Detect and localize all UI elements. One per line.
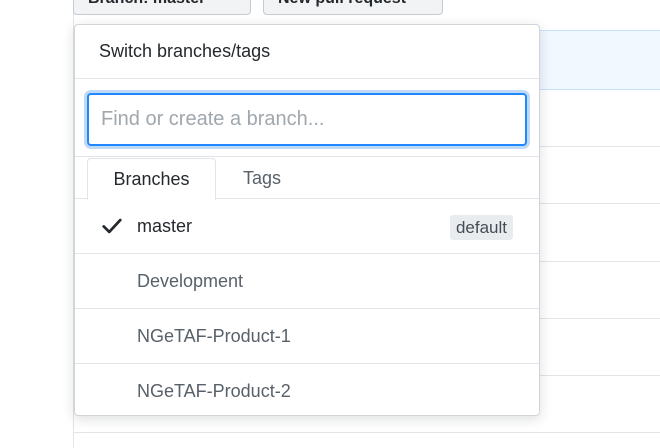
tab-branches[interactable]: Branches (87, 158, 216, 200)
branch-name: master (137, 216, 193, 236)
branch-item-development[interactable]: Development (75, 254, 539, 309)
default-branch-badge: default (449, 215, 513, 240)
branch-list: master default Development NGeTAF-Produc… (75, 199, 539, 415)
branch-item-master[interactable]: master default (75, 199, 539, 254)
branch-item-ngetaf-product-1[interactable]: NGeTAF-Product-1 (75, 309, 539, 364)
dropdown-title: Switch branches/tags (99, 41, 271, 61)
branch-switcher-dropdown: Switch branches/tags Branches Tags maste… (74, 24, 540, 416)
branch-name: Development (137, 271, 244, 291)
branch-name: NGeTAF-Product-2 (137, 381, 291, 401)
file-row-divider (540, 318, 660, 319)
tab-tags[interactable]: Tags (225, 158, 299, 200)
check-icon (102, 218, 122, 234)
dropdown-header: Switch branches/tags (75, 25, 539, 79)
page: Branch: master New pull request Switch b… (0, 0, 660, 448)
branch-tag-tabs: Branches Tags (75, 157, 539, 200)
file-row-divider (540, 146, 660, 147)
branch-item-ngetaf-product-2[interactable]: NGeTAF-Product-2 (75, 364, 539, 415)
branch-filter-input[interactable] (87, 93, 527, 146)
branch-select-button[interactable]: Branch: master (73, 0, 251, 15)
file-row-divider (540, 203, 660, 204)
file-row-divider (74, 432, 660, 433)
new-pull-request-button[interactable]: New pull request (263, 0, 443, 15)
file-row-divider (540, 375, 660, 376)
file-row-divider (540, 261, 660, 262)
filter-section (75, 79, 539, 157)
commit-tease-row (540, 30, 660, 90)
branch-name: NGeTAF-Product-1 (137, 326, 291, 346)
